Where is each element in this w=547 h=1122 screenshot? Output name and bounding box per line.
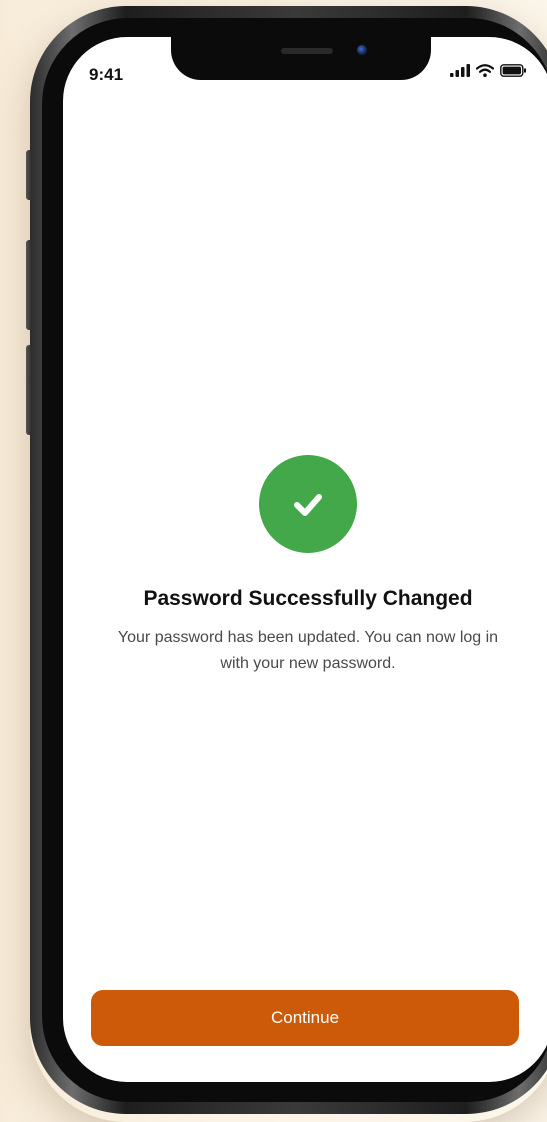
- success-title: Password Successfully Changed: [143, 587, 473, 610]
- success-content: Password Successfully Changed Your passw…: [63, 455, 547, 677]
- status-time: 9:41: [89, 65, 124, 84]
- phone-screen: 9:41 Password Successfully Changed Your …: [63, 37, 547, 1082]
- cellular-signal-icon: [450, 64, 470, 77]
- volume-up-button: [26, 240, 32, 330]
- battery-icon: [500, 64, 526, 77]
- notch: [171, 37, 431, 80]
- status-icons: [450, 64, 527, 77]
- wifi-icon: [476, 64, 494, 77]
- checkmark-icon: [294, 494, 322, 516]
- speaker-grille: [281, 48, 333, 54]
- success-message: Your password has been updated. You can …: [117, 629, 499, 672]
- success-badge: [259, 455, 357, 553]
- volume-down-button: [26, 345, 32, 435]
- front-camera: [357, 45, 367, 55]
- continue-button[interactable]: Continue: [91, 990, 519, 1046]
- mute-switch: [26, 150, 32, 200]
